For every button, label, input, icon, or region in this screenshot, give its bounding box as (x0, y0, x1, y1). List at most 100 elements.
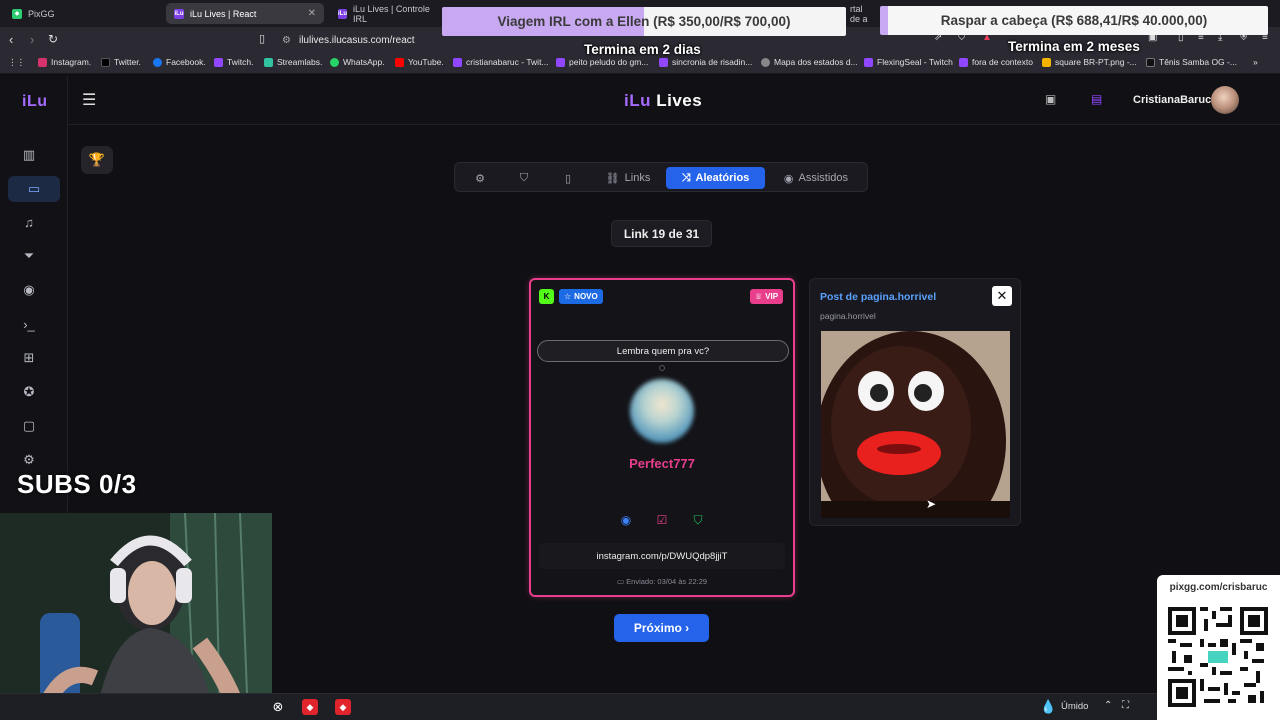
eye-icon: ◉ (783, 172, 794, 185)
chart-icon[interactable]: ▥ (19, 145, 39, 165)
more-bookmarks-icon[interactable]: » (1253, 57, 1258, 67)
content-tabs: ⚙ ⛉ ▯ ⛓ Links ⤨ Aleatórios ◉ Assistidos (454, 162, 868, 192)
app-icon-red-2[interactable]: ◆ (335, 699, 351, 715)
close-tab-icon[interactable]: ✕ (308, 8, 316, 19)
username-label[interactable]: CristianaBaruc (1133, 94, 1211, 106)
avatar[interactable] (1211, 86, 1239, 114)
preview-title[interactable]: Post de pagina.horrivel (820, 291, 936, 303)
sent-timestamp: ▭ Enviado: 03/04 às 22:29 (616, 577, 708, 586)
bookmark-streamlabs[interactable]: Streamlabs. (264, 57, 322, 67)
doll-image (821, 331, 1010, 518)
pixgg-favicon-icon: ◆ (12, 8, 22, 19)
browser-tab-irl[interactable]: iLu iLu Lives | Controle IRL (330, 3, 442, 24)
vip-icon: ♕ (755, 292, 763, 301)
bookmark-mapa[interactable]: Mapa dos estados d... (761, 57, 858, 67)
message-icon[interactable]: ▢ (19, 416, 39, 436)
tab-label: PixGG (28, 8, 55, 19)
hamburger-menu-icon[interactable]: ☰ (82, 90, 96, 110)
gear-icon: ⚙ (475, 172, 485, 185)
goal-2-deadline: Termina em 2 meses (1008, 39, 1140, 54)
subs-counter: SUBS 0/3 (17, 469, 137, 499)
sender-name: Perfect777 (629, 456, 695, 471)
shield-check-icon[interactable]: ⛉ (690, 512, 706, 528)
tab-shield[interactable]: ⛉ (513, 167, 535, 189)
qr-code (1168, 607, 1268, 707)
tab-label: rtal de a (850, 3, 868, 24)
bookmark-flexingseal[interactable]: FlexingSeal - Twitch (864, 57, 953, 67)
site-info-icon[interactable]: ⚙ (282, 35, 291, 46)
watch-eye-icon[interactable]: ◉ (618, 512, 634, 528)
apps-icon[interactable]: ⋮⋮ (8, 57, 25, 68)
calendar-icon: ▭ (616, 577, 625, 586)
shield-icon: ⛉ (519, 171, 529, 184)
bookmark-twitch[interactable]: Twitch. (214, 57, 253, 67)
link-url[interactable]: instagram.com/p/DWUQdp8jjiT (539, 543, 785, 569)
gift-icon[interactable]: ⊞ (19, 348, 39, 368)
camera-icon[interactable]: ◉ (19, 280, 39, 300)
tray-chevron-icon[interactable]: ⌃ (1104, 700, 1112, 711)
music-icon[interactable]: ♫ (19, 212, 39, 232)
browser-tab-react[interactable]: iLu iLu Lives | React ✕ (166, 3, 324, 24)
close-preview-button[interactable]: ✕ (992, 286, 1012, 306)
bookmark-twitter-cristiana[interactable]: cristianabaruc - Twit... (453, 57, 549, 67)
bookmark-sincronia[interactable]: sincronia de risadin... (659, 57, 752, 67)
webcam-feed (0, 513, 272, 720)
tab-tablet[interactable]: ▯ (557, 167, 579, 189)
bookmark-peito[interactable]: peito peludo do gm... (556, 57, 648, 67)
qr-overlay: pixgg.com/crisbaruc (1157, 575, 1280, 720)
back-icon[interactable]: ‹ (9, 32, 13, 47)
link-counter: Link 19 de 31 (611, 220, 712, 247)
browser-tab-pixgg[interactable]: ◆ PixGG (4, 3, 164, 24)
preview-subtitle: pagina.horrivel (820, 311, 876, 321)
bookmark-youtube[interactable]: YouTube. (395, 57, 444, 67)
box-icon[interactable]: ▣ (1045, 92, 1056, 106)
sidebar-logo[interactable]: iLu (22, 93, 48, 111)
bookmark-fora-de-contexto[interactable]: fora de contexto (959, 57, 1033, 67)
tab-settings[interactable]: ⚙ (469, 167, 491, 189)
tab-assistidos[interactable]: ◉ Assistidos (775, 167, 857, 189)
bookmark-twitter[interactable]: Twitter. (101, 57, 141, 67)
forward-icon[interactable]: › (30, 32, 34, 47)
bookmark-icon[interactable]: ▯ (259, 32, 265, 45)
ilu-favicon-icon: iLu (174, 8, 184, 19)
goal-bar-1: Viagem IRL com a Ellen (R$ 350,00/R$ 700… (442, 7, 846, 36)
link-card: K ☆ NOVO ♕ VIP Lembra quem pra vc? Perfect… (529, 278, 795, 597)
reload-icon[interactable]: ↻ (48, 32, 58, 46)
kick-icon: K (539, 289, 554, 304)
mark-checkbox-icon[interactable]: ☑ (654, 512, 670, 528)
browser-tab-portal[interactable]: rtal de a (842, 3, 882, 24)
xbox-icon[interactable]: ⊗ (270, 699, 286, 715)
trophy-icon[interactable]: 🏆 (81, 146, 113, 174)
tray-network-icon[interactable]: ⛶ (1122, 700, 1129, 711)
bookmark-facebook[interactable]: Facebook. (153, 57, 206, 67)
bookmark-tenis[interactable]: Tênis Samba OG -... (1146, 57, 1237, 67)
bookmark-instagram[interactable]: Instagram. (38, 57, 91, 67)
next-button[interactable]: Próximo › (614, 614, 709, 642)
tab-label: iLu Lives | Controle IRL (353, 3, 430, 24)
shuffle-icon: ⤨ (681, 171, 691, 184)
bookmark-whatsapp[interactable]: WhatsApp. (330, 57, 385, 67)
message-bubble: Lembra quem pra vc? (537, 340, 789, 362)
tab-aleatorios[interactable]: ⤨ Aleatórios (666, 167, 765, 189)
twitch-icon[interactable]: ▤ (1091, 92, 1102, 106)
weather-icon[interactable]: 💧 (1040, 699, 1056, 715)
goal-1-deadline: Termina em 2 dias (584, 42, 701, 57)
monitor-icon[interactable]: ▭ (8, 176, 60, 202)
ilu-favicon-icon: iLu (338, 8, 347, 19)
tab-links[interactable]: ⛓ Links (601, 167, 655, 189)
vip-badge: ♕ VIP (750, 289, 784, 304)
filter-icon[interactable]: ⏷ (19, 246, 39, 266)
terminal-icon[interactable]: ›_ (19, 314, 39, 334)
preview-image[interactable] (821, 331, 1010, 518)
preview-panel: Post de pagina.horrivel pagina.horrivel … (809, 278, 1021, 526)
star-icon: ☆ (564, 292, 572, 301)
weather-label[interactable]: Úmido (1061, 701, 1088, 712)
bookmark-square[interactable]: square BR-PT.png -... (1042, 57, 1137, 67)
app-icon-red-1[interactable]: ◆ (302, 699, 318, 715)
cursor-icon: ➤ (926, 497, 937, 511)
webcam-image (0, 513, 272, 720)
award-icon[interactable]: ✪ (19, 382, 39, 402)
new-badge: ☆ NOVO (559, 289, 603, 304)
settings-icon[interactable]: ⚙ (19, 450, 39, 470)
url-text: ilulives.ilucasus.com/react (298, 34, 415, 46)
